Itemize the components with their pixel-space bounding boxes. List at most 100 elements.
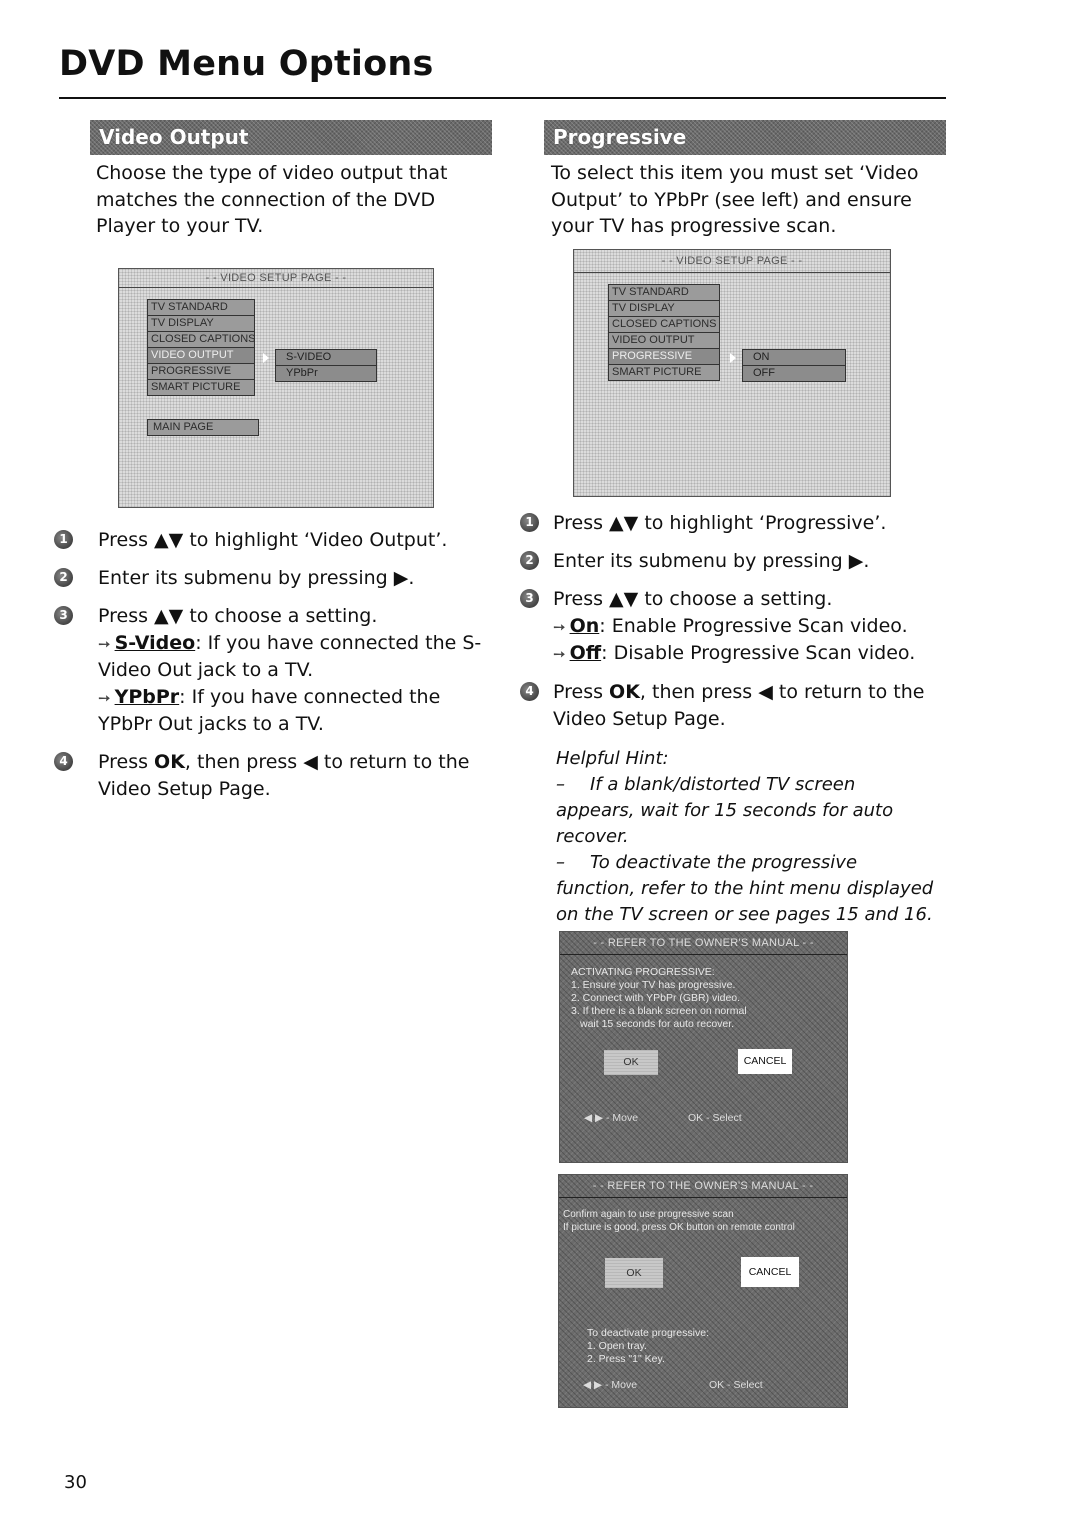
dialog-header: - - REFER TO THE OWNER'S MANUAL - - bbox=[559, 1175, 847, 1198]
step-number-icon: 1 bbox=[520, 513, 539, 532]
page-title: DVD Menu Options bbox=[59, 44, 434, 84]
screen-header: - - VIDEO SETUP PAGE - - bbox=[574, 250, 890, 273]
ok-button[interactable]: OK bbox=[604, 1050, 658, 1075]
step-text: Press bbox=[98, 751, 155, 773]
hint-title: Helpful Hint: bbox=[556, 748, 669, 769]
cancel-button[interactable]: CANCEL bbox=[741, 1257, 799, 1287]
dialog-line: 1. Ensure your TV has progressive. bbox=[571, 979, 736, 991]
step-2: 2 Enter its submenu by pressing ▶. bbox=[54, 565, 494, 592]
helpful-hint: Helpful Hint: – If a blank/distorted TV s… bbox=[556, 746, 936, 928]
option-ypbpr: ➙ YPbPr: If you have connected the YPbPr … bbox=[98, 684, 494, 738]
hint-text: If a blank/distorted TV screen appears, … bbox=[556, 774, 894, 847]
step-text: , then press bbox=[184, 751, 304, 773]
submenu-arrow-icon bbox=[730, 353, 736, 363]
footer-select-hint: OK - Select bbox=[688, 1112, 742, 1124]
option-on: ➙ On: Enable Progressive Scan video. bbox=[553, 613, 940, 641]
menu-item-smart-picture[interactable]: SMART PICTURE bbox=[147, 380, 255, 396]
menu-item-tv-display[interactable]: TV DISPLAY bbox=[608, 301, 720, 317]
deactivate-line: 1. Open tray. bbox=[587, 1340, 647, 1352]
step-number-icon: 3 bbox=[54, 606, 73, 625]
main-page-button[interactable]: MAIN PAGE bbox=[147, 419, 259, 436]
footer-move-hint: ◀ ▶ - Move bbox=[584, 1112, 639, 1124]
menu-item-video-output[interactable]: VIDEO OUTPUT bbox=[147, 348, 255, 364]
menu-item-tv-standard[interactable]: TV STANDARD bbox=[608, 284, 720, 301]
option-name: On bbox=[569, 614, 600, 637]
option-s-video: ➙ S-Video: If you have connected the S-Vi… bbox=[98, 630, 494, 684]
title-rule bbox=[59, 97, 946, 99]
step-text: Press bbox=[98, 605, 155, 627]
step-text: to choose a setting. bbox=[183, 605, 378, 627]
submenu-item-ypbpr[interactable]: YPbPr bbox=[275, 366, 377, 382]
step-2: 2 Enter its submenu by pressing ▶. bbox=[520, 548, 940, 575]
arrow-icon: ➙ bbox=[98, 634, 111, 653]
arrow-icon: ➙ bbox=[98, 688, 111, 707]
progressive-intro: To select this item you must set ‘Video … bbox=[551, 162, 919, 237]
dialog-line: Confirm again to use progressive scan bbox=[563, 1209, 734, 1220]
step-number-icon: 4 bbox=[520, 682, 539, 701]
step-4: 4 Press OK, then press ◀ to return to th… bbox=[54, 749, 494, 802]
step-text: to highlight ‘Progressive’. bbox=[638, 512, 887, 534]
activating-progressive-dialog: - - REFER TO THE OWNER'S MANUAL - - ACTI… bbox=[559, 931, 848, 1163]
step-3: 3 Press ▲▼ to choose a setting. ➙ S-Video… bbox=[54, 603, 494, 738]
setup-menu: TV STANDARD TV DISPLAY CLOSED CAPTIONS V… bbox=[608, 284, 720, 381]
submenu: ON OFF bbox=[742, 349, 846, 382]
menu-item-closed-captions[interactable]: CLOSED CAPTIONS bbox=[147, 332, 256, 348]
up-down-keys-icon: ▲▼ bbox=[154, 605, 184, 627]
submenu-item-s-video[interactable]: S-VIDEO bbox=[275, 349, 377, 366]
step-text: Press bbox=[553, 512, 610, 534]
footer-select-hint: OK - Select bbox=[709, 1379, 763, 1391]
right-key-icon: ▶ bbox=[848, 550, 864, 572]
menu-item-tv-standard[interactable]: TV STANDARD bbox=[147, 299, 255, 316]
section-heading-text: Video Output bbox=[99, 125, 249, 149]
menu-item-smart-picture[interactable]: SMART PICTURE bbox=[608, 365, 720, 381]
submenu-item-off[interactable]: OFF bbox=[742, 366, 846, 382]
ok-button[interactable]: OK bbox=[605, 1258, 663, 1288]
step-number-icon: 1 bbox=[54, 530, 73, 549]
step-text: , then press bbox=[639, 681, 759, 703]
step-text: to choose a setting. bbox=[638, 588, 833, 610]
section-heading-progressive: Progressive bbox=[544, 120, 946, 155]
up-down-keys-icon: ▲▼ bbox=[609, 588, 639, 610]
left-key-icon: ◀ bbox=[303, 751, 318, 773]
step-text: Press bbox=[553, 588, 610, 610]
arrow-icon: ➙ bbox=[553, 645, 566, 663]
option-name: S-Video bbox=[114, 631, 196, 654]
setup-menu: TV STANDARD TV DISPLAY CLOSED CAPTIONS V… bbox=[147, 299, 256, 396]
dialog-line: wait 15 seconds for auto recover. bbox=[580, 1018, 735, 1030]
step-1: 1 Press ▲▼ to highlight ‘Video Output’. bbox=[54, 527, 494, 554]
step-number-icon: 3 bbox=[520, 589, 539, 608]
step-text: . bbox=[863, 550, 870, 572]
page-number: 30 bbox=[64, 1472, 87, 1493]
submenu-item-on[interactable]: ON bbox=[742, 349, 846, 366]
option-description: : Disable Progressive Scan video. bbox=[601, 642, 916, 664]
video-output-steps: 1 Press ▲▼ to highlight ‘Video Output’. … bbox=[54, 527, 494, 814]
hint-item: – If a blank/distorted TV screen appears,… bbox=[556, 772, 936, 850]
deactivate-line: To deactivate progressive: bbox=[587, 1327, 709, 1339]
submenu-arrow-icon bbox=[263, 353, 269, 363]
ok-key-label: OK bbox=[609, 681, 640, 703]
dialog-line: 3. If there is a blank screen on normal bbox=[571, 1005, 747, 1017]
section-heading-video-output: Video Output bbox=[90, 120, 492, 155]
hint-text: To deactivate the progressive function, … bbox=[556, 852, 934, 925]
cancel-button[interactable]: CANCEL bbox=[738, 1049, 792, 1074]
option-name: YPbPr bbox=[114, 685, 180, 708]
step-number-icon: 2 bbox=[520, 551, 539, 570]
arrow-icon: ➙ bbox=[553, 617, 566, 636]
left-key-icon: ◀ bbox=[758, 681, 773, 703]
step-text: Press bbox=[98, 529, 155, 551]
progressive-setup-screen: - - VIDEO SETUP PAGE - - TV STANDARD TV … bbox=[573, 249, 891, 497]
right-key-icon: ▶ bbox=[393, 567, 409, 589]
menu-item-tv-display[interactable]: TV DISPLAY bbox=[147, 316, 255, 332]
video-output-intro: Choose the type of video output that mat… bbox=[96, 162, 448, 237]
menu-item-progressive[interactable]: PROGRESSIVE bbox=[608, 349, 720, 365]
menu-item-progressive[interactable]: PROGRESSIVE bbox=[147, 364, 255, 380]
deactivate-line: 2. Press "1" Key. bbox=[587, 1353, 665, 1365]
step-text: Enter its submenu by pressing bbox=[98, 567, 394, 589]
menu-item-video-output[interactable]: VIDEO OUTPUT bbox=[608, 333, 720, 349]
up-down-keys-icon: ▲▼ bbox=[609, 512, 639, 534]
step-number-icon: 4 bbox=[54, 752, 73, 771]
ok-key-label: OK bbox=[154, 751, 185, 773]
menu-item-closed-captions[interactable]: CLOSED CAPTIONS bbox=[608, 317, 720, 333]
hint-item: – To deactivate the progressive function,… bbox=[556, 850, 936, 928]
screen-header: - - VIDEO SETUP PAGE - - bbox=[119, 269, 433, 288]
